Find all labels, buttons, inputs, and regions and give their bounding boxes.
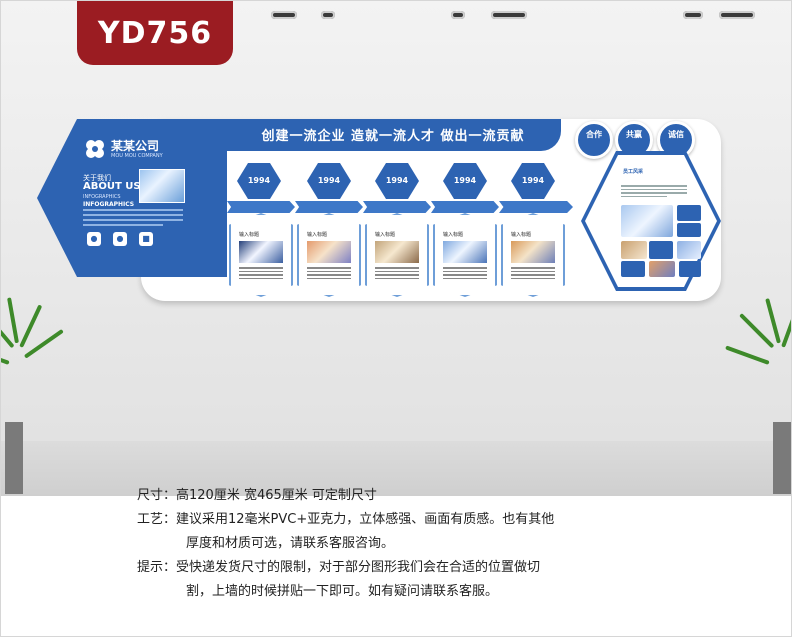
timeline-arrow (295, 201, 363, 213)
timeline-card: 输入标题 (229, 213, 293, 297)
plant-pot (773, 422, 791, 494)
timeline-card: 输入标题 (365, 213, 429, 297)
card-text-lines (511, 267, 555, 281)
culture-text-lines (621, 185, 687, 199)
spec-craft-cont: 厚度和材质可选，请联系客服咨询。 (186, 536, 395, 551)
about-text-lines (83, 209, 183, 229)
people-icon: ● (113, 232, 127, 246)
slogan-text: 创建一流企业 造就一流人才 做出一流贡献 (261, 129, 525, 144)
card-photo (443, 241, 487, 263)
culture-photo (621, 241, 647, 259)
culture-photo (621, 205, 673, 237)
globe-icon (677, 223, 701, 237)
ceiling-light-icon (683, 11, 703, 19)
card-title: 输入标题 (239, 232, 260, 238)
about-title-en: ABOUT US (83, 181, 141, 192)
card-text-lines (307, 267, 351, 281)
plant-pot (5, 422, 23, 494)
card-title: 输入标题 (375, 232, 396, 238)
timeline-arrow (431, 201, 499, 213)
card-text-lines (443, 267, 487, 281)
spec-tip-cont: 割，上墙的时候拼贴一下即可。如有疑问请联系客服。 (186, 584, 499, 599)
value-button-cooperation: 合作 (575, 121, 613, 159)
spec-tip: 提示：受快递发货尺寸的限制，对于部分图形我们会在合适的位置做切 (137, 560, 541, 575)
ceiling-light-icon (719, 11, 755, 19)
card-title: 输入标题 (307, 232, 328, 238)
card-text-lines (375, 267, 419, 281)
company-logo-icon (86, 140, 104, 158)
company-name: 某某公司 (111, 139, 160, 153)
ceiling-light-icon (271, 11, 297, 19)
about-photo (139, 169, 185, 203)
people-icon: ● (87, 232, 101, 246)
card-photo (375, 241, 419, 263)
ceiling-light-icon (321, 11, 335, 19)
timeline-card: 输入标题 (433, 213, 497, 297)
building-icon: ■ (139, 232, 153, 246)
timeline-arrow (499, 201, 573, 213)
culture-photo (677, 241, 701, 259)
floor (1, 441, 791, 496)
company-sub: MOU MOU COMPANY (111, 153, 163, 159)
card-photo (307, 241, 351, 263)
ceiling-light-icon (491, 11, 527, 19)
card-title: 输入标题 (511, 232, 532, 238)
card-text-lines (239, 267, 283, 281)
culture-photo (649, 261, 675, 277)
culture-tile (677, 205, 701, 221)
card-photo (511, 241, 555, 263)
factory-icon (621, 261, 645, 277)
infographics-label: INFOGRAPHICS (83, 194, 121, 200)
timeline-card: 输入标题 (297, 213, 361, 297)
culture-title: 员工风采 (623, 169, 644, 175)
spec-craft: 工艺：建议采用12毫米PVC+亚克力，立体感强、画面有质感。也有其他 (137, 512, 555, 527)
timeline-arrow (227, 201, 295, 213)
product-frame: YD756 创建一流企业 造就一流人才 做出一流贡献 某某公司 MOU MOU … (0, 0, 792, 637)
card-title: 输入标题 (443, 232, 464, 238)
product-code-badge: YD756 (77, 1, 233, 65)
ceiling-light-icon (451, 11, 465, 19)
timeline-arrow (363, 201, 431, 213)
timeline-card: 输入标题 (501, 213, 565, 297)
infographics-heading: INFOGRAPHICS (83, 201, 135, 208)
card-photo (239, 241, 283, 263)
spec-size: 尺寸：高120厘米 宽465厘米 可定制尺寸 (137, 488, 377, 503)
chart-icon (649, 241, 673, 259)
phone-icon (679, 261, 701, 277)
